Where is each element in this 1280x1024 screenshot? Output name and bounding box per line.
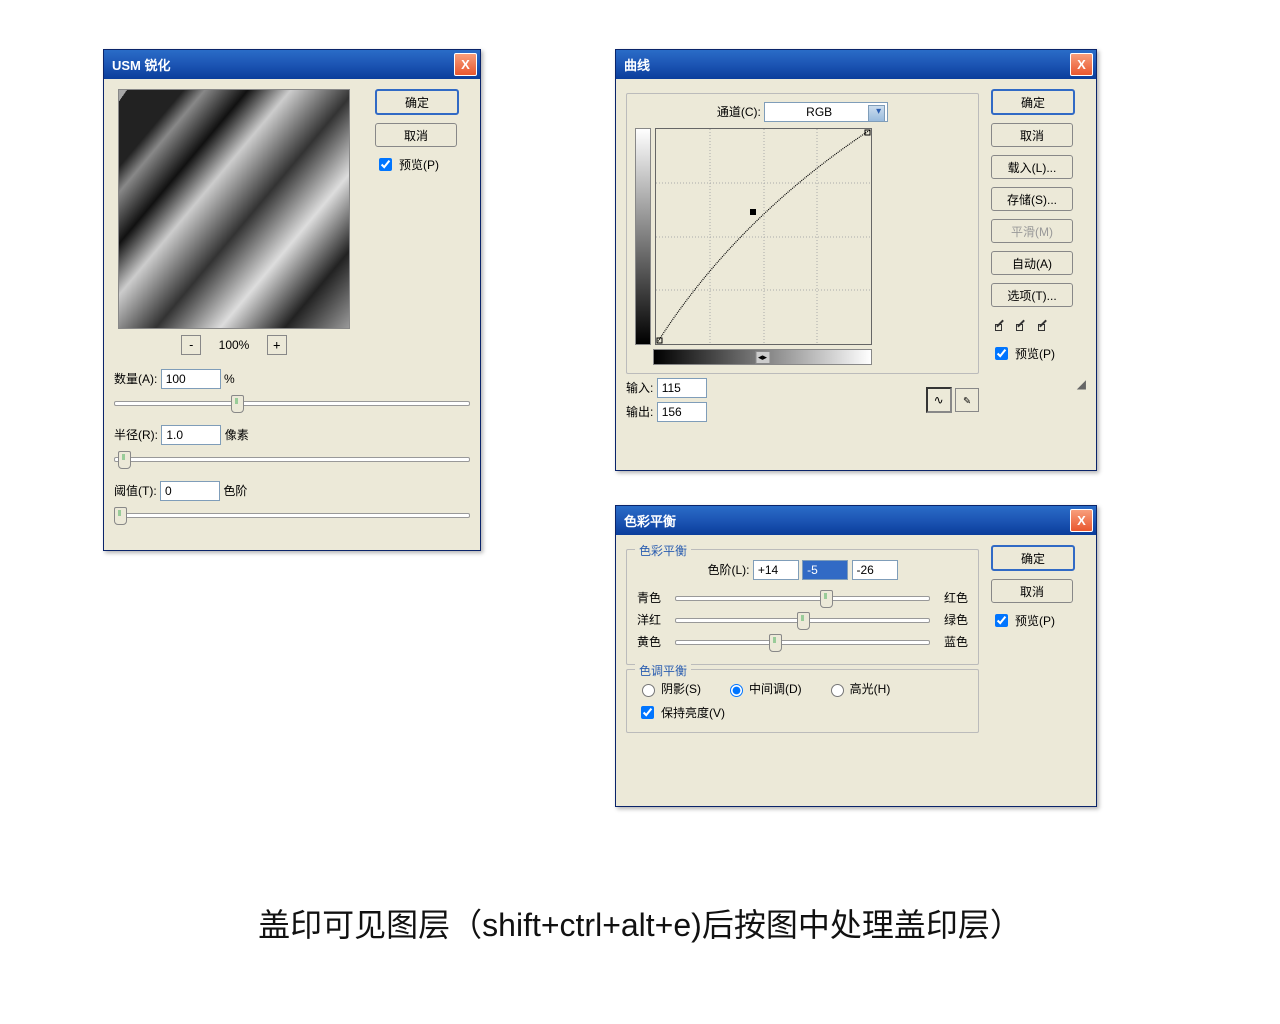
usm-title: USM 锐化 (112, 55, 171, 74)
level-3-input[interactable] (852, 560, 898, 580)
levels-label: 色阶(L): (707, 563, 749, 577)
curves-grid[interactable] (655, 128, 872, 345)
eyedropper-gray-icon[interactable] (1012, 315, 1030, 333)
cyan-label: 青色 (637, 589, 669, 606)
cancel-button[interactable]: 取消 (991, 123, 1073, 147)
preview-checkbox[interactable]: 预览(P) (991, 611, 1086, 630)
output-label: 输出: (626, 405, 653, 419)
amount-unit: % (224, 372, 235, 386)
close-icon[interactable]: X (1070, 53, 1093, 76)
input-value[interactable] (657, 378, 707, 398)
cb-titlebar[interactable]: 色彩平衡 X (616, 506, 1096, 535)
curve-mode-icon[interactable]: ∿ (926, 387, 952, 413)
vert-gradient (635, 128, 651, 345)
level-1-input[interactable] (753, 560, 799, 580)
cb-group-label: 色彩平衡 (635, 542, 691, 559)
ok-button[interactable]: 确定 (375, 89, 459, 115)
options-button[interactable]: 选项(T)... (991, 283, 1073, 307)
cb-title: 色彩平衡 (624, 511, 676, 530)
auto-button[interactable]: 自动(A) (991, 251, 1073, 275)
usm-preview-image (118, 89, 350, 329)
curves-titlebar[interactable]: 曲线 X (616, 50, 1096, 79)
radius-slider[interactable] (114, 449, 470, 467)
cancel-button[interactable]: 取消 (991, 579, 1073, 603)
close-icon[interactable]: X (1070, 509, 1093, 532)
eyedropper-black-icon[interactable] (991, 315, 1009, 333)
usm-titlebar[interactable]: USM 锐化 X (104, 50, 480, 79)
cyan-red-slider[interactable] (675, 588, 930, 606)
save-button[interactable]: 存储(S)... (991, 187, 1073, 211)
yellow-label: 黄色 (637, 633, 669, 650)
usm-sharpen-dialog: USM 锐化 X 确定 取消 预览(P) - 100% + 数量(A): % 半… (103, 49, 481, 551)
radius-label: 半径(R): (114, 428, 158, 442)
threshold-label: 阈值(T): (114, 484, 157, 498)
magenta-green-slider[interactable] (675, 610, 930, 628)
radius-input[interactable] (161, 425, 221, 445)
level-2-input[interactable] (802, 560, 848, 580)
tone-group-label: 色调平衡 (635, 662, 691, 679)
radius-unit: 像素 (225, 428, 249, 442)
horiz-gradient: ◂▸ (653, 349, 872, 365)
highlights-radio[interactable]: 高光(H) (826, 680, 891, 697)
red-label: 红色 (936, 589, 968, 606)
pencil-mode-icon[interactable]: ✎ (955, 388, 979, 412)
amount-slider[interactable] (114, 393, 470, 411)
curves-dialog: 曲线 X 通道(C): RGB (615, 49, 1097, 471)
zoom-level: 100% (219, 338, 250, 352)
ok-button[interactable]: 确定 (991, 545, 1075, 571)
preview-checkbox[interactable]: 预览(P) (375, 155, 470, 174)
threshold-unit: 色阶 (223, 484, 247, 498)
input-label: 输入: (626, 381, 653, 395)
channel-select[interactable]: RGB (764, 102, 888, 122)
resize-grip-icon[interactable]: ◢ (991, 377, 1086, 391)
channel-label: 通道(C): (717, 105, 761, 119)
amount-input[interactable] (161, 369, 221, 389)
threshold-input[interactable] (160, 481, 220, 501)
output-value[interactable] (657, 402, 707, 422)
smooth-button[interactable]: 平滑(M) (991, 219, 1073, 243)
green-label: 绿色 (936, 611, 968, 628)
threshold-slider[interactable] (114, 505, 470, 523)
eyedropper-white-icon[interactable] (1034, 315, 1052, 333)
amount-label: 数量(A): (114, 372, 157, 386)
close-icon[interactable]: X (454, 53, 477, 76)
zoom-out-button[interactable]: - (181, 335, 201, 355)
page-caption: 盖印可见图层（shift+ctrl+alt+e)后按图中处理盖印层） (0, 900, 1280, 946)
zoom-in-button[interactable]: + (267, 335, 287, 355)
color-balance-dialog: 色彩平衡 X 色彩平衡 色阶(L): 青色 红色 洋红 (615, 505, 1097, 807)
cancel-button[interactable]: 取消 (375, 123, 457, 147)
ok-button[interactable]: 确定 (991, 89, 1075, 115)
preview-checkbox[interactable]: 预览(P) (991, 344, 1086, 363)
blue-label: 蓝色 (936, 633, 968, 650)
yellow-blue-slider[interactable] (675, 632, 930, 650)
preserve-luminosity-checkbox[interactable]: 保持亮度(V) (637, 703, 968, 722)
midtones-radio[interactable]: 中间调(D) (725, 680, 802, 697)
magenta-label: 洋红 (637, 611, 669, 628)
curves-title: 曲线 (624, 55, 650, 74)
load-button[interactable]: 载入(L)... (991, 155, 1073, 179)
shadows-radio[interactable]: 阴影(S) (637, 680, 701, 697)
